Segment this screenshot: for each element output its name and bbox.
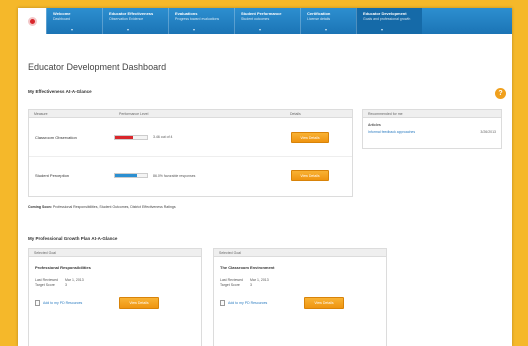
performance-bar: [114, 134, 148, 140]
nav-tab-title: Certification: [307, 11, 331, 16]
goal-actions: Add to my PD Resources View Details: [35, 297, 195, 309]
performance-bar-fill: [115, 135, 133, 139]
goal-panel: Selected Goal The Classroom Environment …: [213, 248, 387, 346]
chevron-down-icon: ▾: [127, 27, 130, 32]
nav-tab-student-performance[interactable]: Student Performance Student outcomes ▾: [234, 8, 300, 34]
nav-tab-subtitle: Dashboard: [53, 17, 71, 21]
goal-panel-header: Selected Goal: [29, 249, 201, 257]
recommended-category: Articles: [368, 123, 381, 127]
help-icon[interactable]: ?: [495, 88, 506, 99]
nav-tab-educator-development[interactable]: Educator Development Goals and professio…: [356, 8, 422, 34]
recommended-panel: Recommended for me Articles Informal fee…: [362, 109, 502, 149]
nav-tab-subtitle: Progress toward evaluations: [175, 17, 220, 21]
coming-soon-note: Coming Soon: Professional Responsibiliti…: [28, 205, 176, 209]
effectiveness-section-title: My Effectiveness At-A-Glance: [28, 89, 92, 94]
growth-plan-section-title: My Professional Growth Plan At-A-Glance: [28, 236, 118, 241]
target-score-value: 3: [65, 283, 67, 287]
goal-panel-body: Professional Responsibilities Last Revie…: [29, 257, 201, 317]
column-header-details: Details: [290, 111, 301, 116]
last-reviewed-label: Last Reviewed: [220, 278, 243, 282]
goal-meta: Last Reviewed Mar 1, 2013 Target Score 3: [35, 278, 195, 287]
measure-name: Student Perception: [35, 173, 70, 178]
goal-title: The Classroom Environment: [220, 265, 275, 270]
performance-bar-fill: [115, 174, 138, 177]
column-header-performance: Performance Level: [119, 111, 149, 116]
effectiveness-table-header: Measure Performance Level Details: [29, 110, 352, 118]
last-reviewed-label: Last Reviewed: [35, 278, 58, 282]
goal-panel: Selected Goal Professional Responsibilit…: [28, 248, 202, 346]
top-navigation: Welcome Dashboard ▾ Educator Effectivene…: [18, 8, 512, 34]
document-icon: [220, 300, 225, 306]
nav-tab-title: Educator Development: [363, 11, 407, 16]
view-details-button[interactable]: View Details: [291, 131, 329, 143]
performance-level-text: 3.46 out of 4: [153, 135, 173, 139]
goal-panel-body: The Classroom Environment Last Reviewed …: [214, 257, 386, 317]
last-reviewed-value: Mar 1, 2013: [65, 278, 84, 282]
nav-tab-welcome[interactable]: Welcome Dashboard ▾: [46, 8, 102, 34]
coming-soon-text: Professional Responsibilities, Student O…: [52, 205, 176, 209]
chevron-down-icon: ▾: [193, 27, 196, 32]
effectiveness-panel: Measure Performance Level Details Classr…: [28, 109, 353, 197]
add-resources-link[interactable]: Add to my PD Resources: [43, 301, 111, 305]
app-window: Welcome Dashboard ▾ Educator Effectivene…: [18, 8, 512, 346]
performance-bar: [114, 173, 148, 178]
chevron-down-icon: ▾: [325, 27, 328, 32]
page-title: Educator Development Dashboard: [28, 62, 167, 72]
document-icon: [35, 300, 40, 306]
recommended-panel-body: Articles Informal feedback approaches 3/…: [363, 118, 501, 139]
coming-soon-label: Coming Soon:: [28, 205, 52, 209]
goal-meta: Last Reviewed Mar 1, 2013 Target Score 3: [220, 278, 380, 287]
add-resources-link[interactable]: Add to my PD Resources: [228, 301, 296, 305]
recommended-panel-header: Recommended for me: [363, 110, 501, 118]
performance-level-text: 86.0% favorable responses: [153, 173, 196, 178]
nav-tab-title: Student Performance: [241, 11, 282, 16]
view-details-button[interactable]: View Details: [304, 297, 344, 309]
chevron-down-icon: ▾: [381, 27, 384, 32]
nav-tab-subtitle: Observation Evidence: [109, 17, 144, 21]
table-row: Classroom Observation 3.46 out of 4 View…: [29, 118, 352, 156]
measure-name: Classroom Observation: [35, 134, 77, 140]
nav-tab-title: Evaluations: [175, 11, 198, 16]
goal-actions: Add to my PD Resources View Details: [220, 297, 380, 309]
goal-title: Professional Responsibilities: [35, 265, 91, 270]
column-header-measure: Measure: [34, 111, 48, 116]
nav-tab-evaluations[interactable]: Evaluations Progress toward evaluations …: [168, 8, 234, 34]
logo-icon: [27, 16, 37, 26]
nav-tab-subtitle: Student outcomes: [241, 17, 270, 21]
recommended-link[interactable]: Informal feedback approaches: [368, 130, 415, 134]
target-score-label: Target Score: [35, 283, 55, 287]
chevron-down-icon: ▾: [71, 27, 74, 32]
target-score-label: Target Score: [220, 283, 240, 287]
last-reviewed-value: Mar 1, 2013: [250, 278, 269, 282]
nav-tab-title: Welcome: [53, 11, 71, 16]
view-details-button[interactable]: View Details: [119, 297, 159, 309]
target-score-value: 3: [250, 283, 252, 287]
recommended-date: 3/26/2013: [480, 130, 496, 134]
nav-tab-subtitle: Goals and professional growth: [363, 17, 411, 21]
nav-tab-title: Educator Effectiveness: [109, 11, 154, 16]
list-item: Informal feedback approaches 3/26/2013: [368, 130, 496, 134]
app-logo[interactable]: [18, 8, 46, 34]
chevron-down-icon: ▾: [259, 27, 262, 32]
nav-tab-educator-effectiveness[interactable]: Educator Effectiveness Observation Evide…: [102, 8, 168, 34]
view-details-button[interactable]: View Details: [291, 170, 329, 181]
nav-tab-certification[interactable]: Certification License details ▾: [300, 8, 356, 34]
table-row: Student Perception 86.0% favorable respo…: [29, 156, 352, 194]
goal-panel-header: Selected Goal: [214, 249, 386, 257]
main-content: Educator Development Dashboard ? My Effe…: [18, 62, 512, 99]
nav-tab-subtitle: License details: [307, 17, 331, 21]
